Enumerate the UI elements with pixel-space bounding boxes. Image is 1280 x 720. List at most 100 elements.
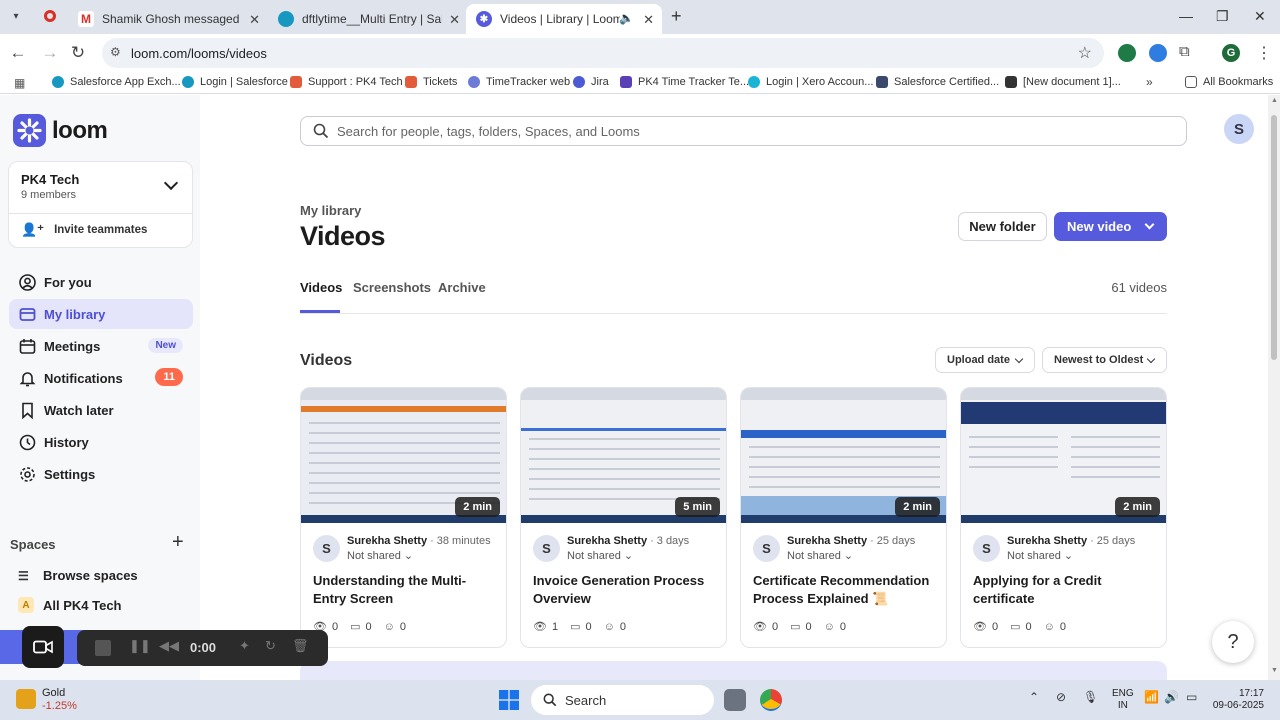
stock-widget[interactable]: Gold -1.25% [16,687,77,713]
video-thumbnail[interactable]: 2 min [301,388,506,523]
bookmark-item[interactable]: [New document 1]... [1005,76,1121,88]
browse-spaces[interactable]: ☰ Browse spaces [18,568,138,583]
battery-icon[interactable]: ▭ [1186,690,1197,704]
trash-icon[interactable]: 🗑 [292,638,309,654]
bookmark-item[interactable]: PK4 Time Tracker Te... [620,76,749,88]
apps-grid-icon[interactable]: ▦ [14,76,25,90]
sort-order-dropdown[interactable]: Newest to Oldest [1042,347,1167,373]
restart-icon[interactable]: ↻ [265,638,276,654]
chevron-down-icon[interactable] [163,175,179,191]
sidebar-item-my-library[interactable]: My library [9,299,193,329]
extensions-puzzle-icon[interactable]: ⧉ [1179,43,1190,60]
bookmark-item[interactable]: Salesforce Certified... [876,76,999,88]
close-tab-icon[interactable]: ✕ [249,12,260,28]
bookmark-item[interactable]: Salesforce App Exch... [52,76,181,88]
tab-screenshots[interactable]: Screenshots [353,280,431,313]
help-button[interactable]: ? [1212,621,1254,663]
sidebar-item-for-you[interactable]: For you [9,267,193,297]
tab-videos[interactable]: Videos [300,280,342,313]
video-thumbnail[interactable]: 2 min [961,388,1166,523]
page-scrollbar[interactable]: ▲ ▼ [1268,95,1280,680]
browser-menu-icon[interactable]: ⋮ [1256,43,1272,63]
rewind-icon[interactable]: ◀◀ [159,638,179,654]
video-title[interactable]: Understanding the Multi-Entry Screen [313,572,498,608]
bookmark-item[interactable]: Login | Xero Accoun... [748,76,873,88]
video-card[interactable]: 2 min S Surekha Shetty · 25 days Not share… [740,387,947,648]
sort-field-dropdown[interactable]: Upload date [935,347,1035,373]
taskbar-search[interactable]: Search [531,685,714,715]
back-icon[interactable]: ← [8,43,28,63]
extension-icon[interactable] [1149,44,1167,62]
new-tab-icon[interactable]: + [671,6,682,27]
restore-icon[interactable]: ❐ [1216,8,1229,25]
forward-icon[interactable]: → [40,43,60,63]
video-card[interactable]: 5 min S Surekha Shetty · 3 days Not shared… [520,387,727,648]
tray-app-icon[interactable]: ⊘ [1056,690,1066,704]
bookmark-item[interactable]: Support : PK4 Tech [290,76,403,88]
pause-icon[interactable]: ❚❚ [129,638,151,654]
volume-icon[interactable]: 🔊 [1164,690,1179,704]
recording-tab-icon[interactable] [44,10,56,22]
scroll-down-icon[interactable]: ▼ [1271,667,1278,674]
drawing-icon[interactable]: ✦ [239,638,250,654]
browser-tab-gmail[interactable]: M Shamik Ghosh messaged you - ✕ [68,4,268,34]
space-all-pk4-tech[interactable]: A All PK4 Tech [18,597,122,613]
camera-button[interactable] [22,626,64,668]
file-explorer-icon[interactable] [724,689,746,711]
new-folder-button[interactable]: New folder [958,212,1047,241]
search-bar[interactable] [300,116,1187,146]
profile-avatar[interactable]: G [1222,44,1240,62]
breadcrumb[interactable]: My library [300,203,361,218]
workspace-name[interactable]: PK4 Tech [21,172,79,187]
sidebar-item-history[interactable]: History [9,427,193,457]
more-bookmarks-icon[interactable]: » [1146,75,1153,89]
show-hidden-icons[interactable]: ⌃ [1029,690,1039,704]
sidebar-item-notifications[interactable]: Notifications 11 [9,363,193,393]
scrollbar-thumb[interactable] [1271,115,1277,360]
system-clock[interactable]: 17:17 09-06-2025 [1212,688,1264,712]
close-tab-icon[interactable]: ✕ [643,12,654,28]
language-indicator[interactable]: ENG IN [1112,688,1134,712]
sidebar-item-meetings[interactable]: Meetings New [9,331,193,361]
video-title[interactable]: Invoice Generation Process Overview [533,572,718,608]
reload-icon[interactable]: ↻ [68,43,88,63]
browser-tab-salesforce[interactable]: dftlytime__Multi Entry | Salesfor ✕ [268,4,468,34]
add-space-icon[interactable]: + [172,531,184,554]
sharing-dropdown[interactable]: Not shared ⌄ [347,549,413,562]
extension-icon[interactable] [1118,44,1136,62]
search-input[interactable] [337,121,1157,141]
video-card[interactable]: 2 min S Surekha Shetty · 38 minutes Not sh… [300,387,507,648]
video-title[interactable]: Applying for a Credit certificate [973,572,1158,608]
sharing-dropdown[interactable]: Not shared ⌄ [787,549,853,562]
url-text[interactable]: loom.com/looms/videos [131,46,267,61]
sidebar-item-watch-later[interactable]: Watch later [9,395,193,425]
bookmark-star-icon[interactable]: ☆ [1078,43,1092,63]
stop-icon[interactable] [95,640,111,656]
new-video-button[interactable]: New video [1054,212,1167,241]
close-tab-icon[interactable]: ✕ [449,12,460,28]
chrome-icon[interactable] [760,689,782,711]
loom-logo[interactable]: loom [13,114,108,147]
bookmark-item[interactable]: Tickets [405,76,457,88]
minimize-icon[interactable]: — [1179,8,1193,24]
video-title[interactable]: Certificate Recommendation Process Expla… [753,572,938,608]
microphone-icon[interactable]: 🎙 [1083,690,1098,704]
user-avatar[interactable]: S [1224,114,1254,144]
sharing-dropdown[interactable]: Not shared ⌄ [567,549,633,562]
sidebar-item-settings[interactable]: Settings [9,459,193,489]
scroll-up-icon[interactable]: ▲ [1271,97,1278,104]
wifi-icon[interactable]: 📶 [1144,690,1159,704]
video-card[interactable]: 2 min S Surekha Shetty · 25 days Not share… [960,387,1167,648]
site-info-icon[interactable]: ⚙ [110,45,126,61]
sharing-dropdown[interactable]: Not shared ⌄ [1007,549,1073,562]
video-thumbnail[interactable]: 2 min [741,388,946,523]
bookmark-item[interactable]: TimeTracker web [468,76,570,88]
all-bookmarks[interactable]: All Bookmarks [1185,76,1273,88]
bookmark-item[interactable]: Jira [573,76,609,88]
tab-archive[interactable]: Archive [438,280,486,313]
audio-playing-icon[interactable]: 🔈 [619,11,634,25]
bookmark-item[interactable]: Login | Salesforce [182,76,288,88]
invite-teammates-button[interactable]: 👤⁺ Invite teammates [21,222,147,238]
tab-search-icon[interactable]: ▾ [8,9,24,25]
close-window-icon[interactable]: ✕ [1254,8,1266,25]
